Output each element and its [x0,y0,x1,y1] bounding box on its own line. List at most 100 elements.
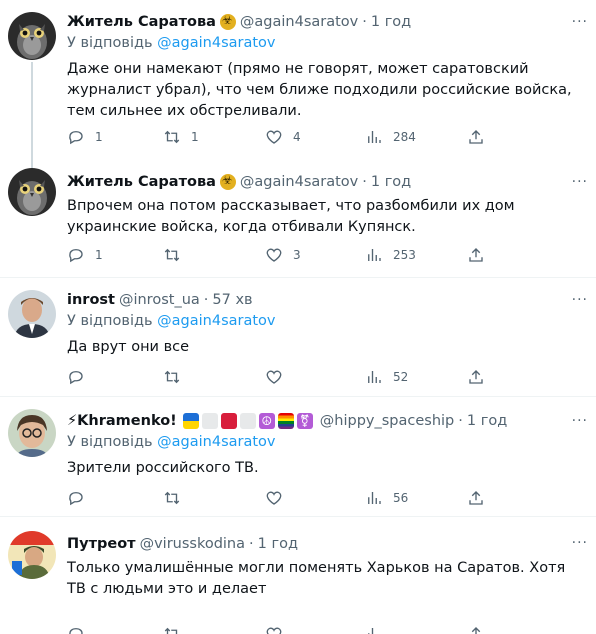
avatar[interactable] [8,531,56,579]
author-handle[interactable]: @inrost_ua [119,292,200,308]
share-button[interactable] [467,489,485,507]
heart-icon [266,491,282,505]
author-handle[interactable]: @again4saratov [240,174,358,190]
author-name[interactable]: Житель Саратова [67,174,216,190]
blank-flag-icon [239,413,256,429]
reply-count: 1 [95,130,103,144]
separator-dot: · [249,536,254,552]
timestamp[interactable]: 57 хв [212,292,252,308]
reply-to-line: У відповідь @again4saratov [67,313,588,333]
views-button[interactable]: 52 [365,368,408,386]
heart-icon [266,627,282,634]
reply-button[interactable]: 1 [67,128,103,146]
author-handle[interactable]: @virusskodina [140,536,245,552]
biohazard-badge-icon [219,13,236,30]
timestamp[interactable]: 1 год [371,174,411,190]
more-options-icon[interactable]: ··· [572,413,588,429]
views-chart-icon [368,371,381,383]
more-options-icon[interactable]: ··· [572,174,588,190]
tweet-text: Впрочем она потом рассказывает, что разб… [67,198,515,235]
author-handle[interactable]: @again4saratov [240,14,358,30]
retweet-button[interactable] [163,368,181,386]
like-button[interactable]: 3 [265,246,301,264]
reply-to-mention[interactable]: @again4saratov [157,313,275,329]
share-icon [469,370,483,384]
retweet-button[interactable]: 1 [163,128,199,146]
views-chart-icon [368,492,381,504]
reply-to-mention[interactable]: @again4saratov [157,434,275,450]
retweet-icon [164,370,180,384]
like-button[interactable] [265,625,283,634]
views-count: 52 [393,370,409,384]
author-name[interactable]: ⚡Khramenko! [67,413,177,429]
share-button[interactable] [467,625,485,634]
retweet-button[interactable] [163,489,181,507]
author-handle[interactable]: @hippy_spaceship [320,413,454,429]
views-count: 284 [393,130,416,144]
like-button[interactable] [265,368,283,386]
tweet-actions: 1 3 253 [67,246,507,266]
tweet-2[interactable]: Житель Саратова @again4saratov · 1 год В… [0,160,596,277]
reply-icon [69,628,83,634]
separator-dot: · [362,14,367,30]
tweet-1[interactable]: Житель Саратова @again4saratov · 1 год У… [0,0,596,168]
avatar[interactable] [8,409,56,457]
reply-count: 1 [95,248,103,262]
tweet-text: Даже они намекают (прямо не говорят, мож… [67,61,572,119]
like-count: 3 [293,248,301,262]
reply-prefix: У відповідь [67,434,153,450]
tweet-4[interactable]: ⚡Khramenko! ☮ ⚧ @hippy_spaceship · 1 год… [0,397,596,515]
views-count: 253 [393,248,416,262]
views-button[interactable]: 284 [365,128,416,146]
reply-button[interactable] [67,489,85,507]
tweet-5[interactable]: Путреот @virusskodina · 1 год Только ума… [0,517,596,634]
heart-icon [266,248,282,262]
author-name[interactable]: Путреот [67,536,136,552]
reply-icon [69,492,83,506]
share-button[interactable] [467,246,485,264]
tweet-actions: 56 [67,489,507,509]
reply-button[interactable] [67,625,85,634]
share-button[interactable] [467,368,485,386]
more-options-icon[interactable]: ··· [572,535,588,551]
rainbow-flag-icon [277,413,294,429]
transgender-symbol-icon: ⚧ [296,413,313,429]
share-button[interactable] [467,128,485,146]
views-count: 56 [393,491,409,505]
like-count: 4 [293,130,301,144]
avatar[interactable] [8,290,56,338]
share-icon [471,627,481,634]
tweet-text: Зрители российского ТВ. [67,460,259,476]
timestamp[interactable]: 1 год [258,536,298,552]
reply-prefix: У відповідь [67,35,153,51]
tweet-text: Да врут они все [67,339,190,355]
like-button[interactable] [265,489,283,507]
more-options-icon[interactable]: ··· [572,14,588,30]
reply-button[interactable] [67,368,85,386]
like-button[interactable]: 4 [265,128,301,146]
heart-icon [266,130,282,144]
biohazard-badge-icon [219,173,236,190]
avatar[interactable] [8,168,56,216]
retweet-button[interactable] [163,246,181,264]
more-options-icon[interactable]: ··· [572,292,588,308]
views-button[interactable]: 56 [365,489,408,507]
retweet-button[interactable] [163,625,181,634]
retweet-icon [164,627,178,634]
timestamp[interactable]: 1 год [467,413,507,429]
avatar[interactable] [8,12,56,60]
author-name[interactable]: Житель Саратова [67,14,216,30]
author-name[interactable]: inrost [67,292,115,308]
views-button[interactable] [365,625,383,634]
reply-to-mention[interactable]: @again4saratov [157,35,275,51]
reply-button[interactable]: 1 [67,246,103,264]
timestamp[interactable]: 1 год [371,14,411,30]
blank-flag-icon [201,413,218,429]
reply-prefix: У відповідь [67,313,153,329]
views-button[interactable]: 253 [365,246,416,264]
heart-icon [266,370,282,384]
share-icon [469,130,483,144]
reply-icon [69,371,83,385]
tweet-3[interactable]: inrost @inrost_ua · 57 хв У відповідь @a… [0,278,596,396]
separator-dot: · [362,174,367,190]
